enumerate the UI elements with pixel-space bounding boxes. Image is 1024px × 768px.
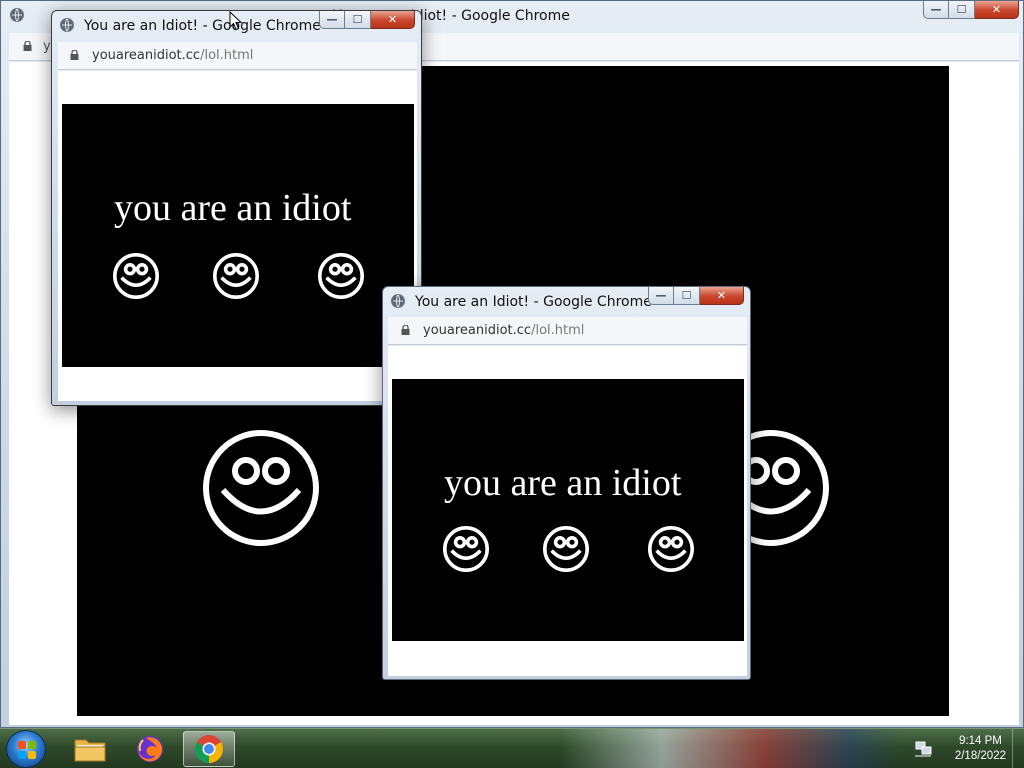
minimize-icon: — [655,289,667,302]
tray-clock[interactable]: 9:14 PM 2/18/2022 [955,734,1006,764]
popup-a-url: youareanidiot.cc/lol.html [92,48,253,63]
back-maximize-button[interactable]: ☐ [949,1,975,19]
smiley-icon [213,253,259,299]
taskbar-firefox[interactable] [124,731,176,767]
popup-b-url: youareanidiot.cc/lol.html [423,323,584,338]
popup-b-titlebar[interactable]: You are an Idiot! - Google Chrome — ☐ ✕ [383,287,750,315]
popup-a-content: you are an idiot [58,71,417,401]
show-desktop-button[interactable] [1012,729,1024,768]
url-path: /lol.html [531,323,585,338]
popup-window-b[interactable]: You are an Idiot! - Google Chrome — ☐ ✕ … [382,286,751,680]
popup-b-content: you are an idiot [388,346,747,676]
clock-date: 2/18/2022 [954,750,1006,762]
popup-b-stage-text: you are an idiot [444,462,682,504]
windows-logo-icon [18,741,36,759]
popup-b-stage: you are an idiot [392,379,744,641]
popup-b-maximize-button[interactable]: ☐ [674,287,700,305]
smiley-icon [443,526,489,572]
close-icon: ✕ [991,3,1002,16]
lock-icon [23,41,32,51]
close-icon: ✕ [716,289,727,302]
taskbar-wallpaper-glow [560,729,900,768]
folder-icon [74,739,106,762]
lock-icon [401,325,410,335]
minimize-icon: — [326,13,338,26]
popup-a-maximize-button[interactable]: ☐ [345,11,371,29]
url-path: /lol.html [200,48,254,63]
url-host: youareanidiot.cc [92,48,201,63]
popup-a-minimize-button[interactable]: — [319,11,345,29]
smiley-icon [648,526,694,572]
smiley-icon [203,430,319,546]
firefox-icon [137,736,163,762]
popup-a-close-button[interactable]: ✕ [371,11,415,29]
popup-a-title: You are an Idiot! - Google Chrome [84,18,321,34]
mouse-cursor-icon [229,11,243,31]
popup-a-stage: you are an idiot [62,104,414,367]
popup-a-stage-text: you are an idiot [114,187,352,229]
popup-b-minimize-button[interactable]: — [648,287,674,305]
taskbar-file-explorer[interactable] [64,731,116,767]
restore-icon: ☐ [956,3,967,16]
maximize-icon: ☐ [681,289,692,302]
back-url-text: y [43,39,51,54]
popup-b-title: You are an Idiot! - Google Chrome [415,294,652,310]
back-minimize-button[interactable]: — [923,1,949,19]
back-close-button[interactable]: ✕ [975,1,1019,19]
close-icon: ✕ [387,13,398,26]
popup-b-address-bar[interactable]: youareanidiot.cc/lol.html [388,317,747,345]
maximize-icon: ☐ [352,13,363,26]
smiley-icon [318,253,364,299]
url-host: youareanidiot.cc [423,323,532,338]
smiley-icon [113,253,159,299]
network-icon[interactable] [914,741,932,757]
lock-icon [70,50,79,60]
taskbar: 9:14 PM 2/18/2022 [0,728,1024,768]
clock-time: 9:14 PM [959,735,1002,747]
minimize-icon: — [930,3,942,16]
chrome-icon [195,735,223,763]
popup-b-close-button[interactable]: ✕ [700,287,744,305]
smiley-icon [543,526,589,572]
popup-a-address-bar[interactable]: youareanidiot.cc/lol.html [58,42,417,70]
popup-window-a[interactable]: You are an Idiot! - Google Chrome — ☐ ✕ … [51,10,422,406]
chrome-globe-icon [60,18,74,32]
start-button[interactable] [6,730,46,768]
chrome-globe-icon [10,8,24,22]
chrome-globe-icon [391,294,405,308]
taskbar-chrome[interactable] [183,731,235,767]
